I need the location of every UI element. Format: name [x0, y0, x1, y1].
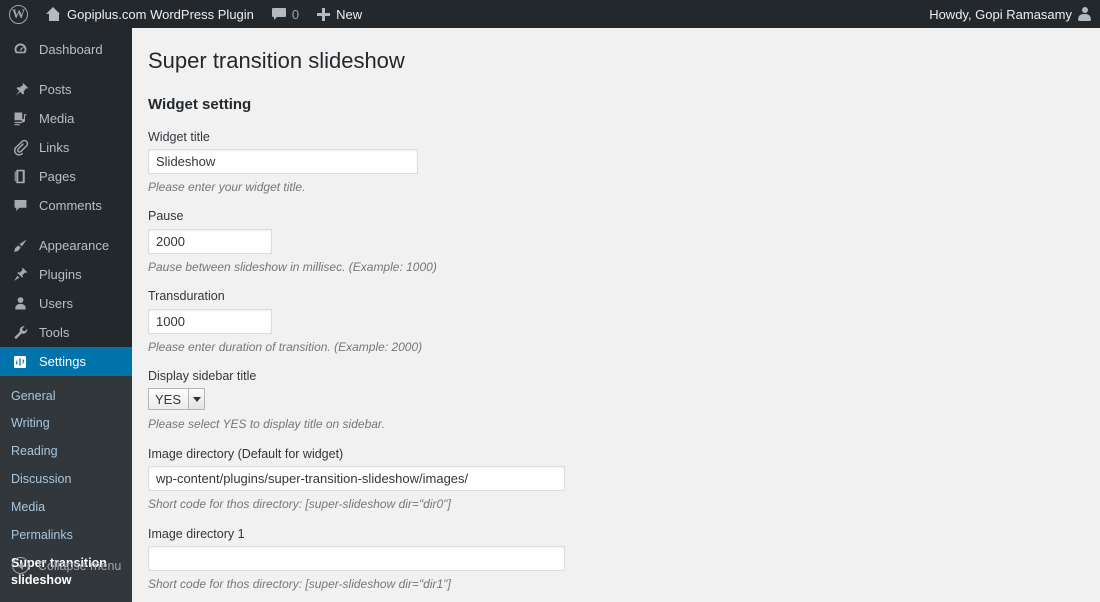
- sidebar-item-comments[interactable]: Comments: [0, 191, 132, 220]
- field-help-text: Please select YES to display title on si…: [148, 417, 385, 432]
- sidebar-item-pages[interactable]: Pages: [0, 162, 132, 191]
- sidebar-item-label: Posts: [39, 82, 72, 97]
- brush-icon: [11, 237, 29, 255]
- admin-bar-spacer: [371, 0, 920, 28]
- field-label: Image directory 1: [148, 526, 245, 541]
- howdy-label: Howdy, Gopi Ramasamy: [929, 6, 1072, 22]
- new-content-menu[interactable]: New: [308, 0, 371, 28]
- widget-title-input[interactable]: [148, 148, 418, 174]
- settings-icon: [11, 353, 29, 371]
- sidebar-item-tools[interactable]: Tools: [0, 318, 132, 347]
- submenu-item-permalinks[interactable]: Permalinks: [0, 521, 132, 549]
- page-title: Super transition slideshow: [148, 48, 405, 73]
- sidebar-item-label: Dashboard: [39, 42, 103, 57]
- sidebar-item-label: Tools: [39, 325, 70, 340]
- user-icon: [11, 295, 29, 313]
- field-help-text: Pause between slideshow in millisec. (Ex…: [148, 259, 437, 274]
- field-label: Image directory (Default for widget): [148, 446, 344, 461]
- my-account-menu[interactable]: Howdy, Gopi Ramasamy: [920, 0, 1100, 28]
- sidebar-item-links[interactable]: Links: [0, 133, 132, 162]
- sidebar-item-settings[interactable]: Settings: [0, 347, 140, 376]
- field-transduration: Transduration: [148, 288, 1080, 334]
- sidebar-item-label: Users: [39, 296, 73, 311]
- sidebar-item-appearance[interactable]: Appearance: [0, 231, 132, 260]
- pause-input[interactable]: [148, 228, 272, 254]
- field-label: Display sidebar title: [148, 369, 257, 384]
- field-image-directory-default: Image directory (Default for widget): [148, 446, 1080, 492]
- chevron-down-icon[interactable]: [188, 389, 205, 410]
- media-icon: [11, 110, 29, 128]
- site-name-menu[interactable]: Gopiplus.com WordPress Plugin: [37, 0, 263, 28]
- transduration-input[interactable]: [148, 308, 272, 334]
- admin-bar: W Gopiplus.com WordPress Plugin 0 New Ho…: [0, 0, 1100, 28]
- sidebar-item-dashboard[interactable]: Dashboard: [0, 35, 132, 64]
- field-help-text: Please enter your widget title.: [148, 179, 306, 194]
- comments-menu[interactable]: 0: [263, 0, 308, 28]
- sidebar-item-users[interactable]: Users: [0, 289, 132, 318]
- dashboard-icon: [11, 41, 29, 59]
- wordpress-logo-icon: W: [9, 4, 28, 24]
- field-label: Pause: [148, 209, 184, 224]
- field-help-text: Short code for thos directory: [super-sl…: [148, 497, 451, 512]
- field-label: Widget title: [148, 129, 210, 144]
- sidebar-item-label: Plugins: [39, 267, 82, 282]
- admin-sidebar-menu: Dashboard Posts Media Links Pages Commen…: [0, 28, 140, 602]
- sidebar-item-posts[interactable]: Posts: [0, 75, 132, 104]
- comment-count-label: 0: [291, 6, 300, 22]
- submenu-item-media[interactable]: Media: [0, 494, 132, 522]
- sidebar-item-label: Comments: [39, 198, 102, 213]
- page-icon: [11, 168, 29, 186]
- avatar-icon: [1078, 7, 1091, 21]
- home-icon: [46, 7, 61, 21]
- link-icon: [11, 139, 29, 157]
- plus-icon: [317, 7, 331, 21]
- section-title: Widget setting: [148, 95, 252, 113]
- field-help-text: Short code for thos directory: [super-sl…: [148, 577, 451, 592]
- collapse-menu-label: Collapse menu: [38, 558, 122, 573]
- submenu-item-writing[interactable]: Writing: [0, 410, 132, 438]
- wrench-icon: [11, 324, 29, 342]
- widget-setting-form: Widget title Please enter your widget ti…: [148, 129, 1080, 600]
- sidebar-item-label: Settings: [39, 354, 86, 369]
- comment-bubble-icon: [271, 8, 286, 20]
- field-help-text: Please enter duration of transition. (Ex…: [148, 339, 423, 354]
- submenu-item-general[interactable]: General: [0, 382, 132, 410]
- comment-icon: [11, 197, 29, 215]
- submenu-item-discussion[interactable]: Discussion: [0, 466, 132, 494]
- field-widget-title: Widget title: [148, 129, 1080, 174]
- wordpress-logo-menu[interactable]: W: [0, 0, 37, 28]
- display-sidebar-title-select[interactable]: YES: [148, 388, 206, 411]
- site-name-label: Gopiplus.com WordPress Plugin: [67, 6, 254, 22]
- sidebar-item-label: Pages: [39, 169, 76, 184]
- submenu-item-reading[interactable]: Reading: [0, 438, 132, 466]
- select-selected-value: YES: [155, 391, 182, 407]
- sidebar-item-label: Appearance: [39, 238, 110, 253]
- sidebar-item-label: Media: [39, 111, 75, 126]
- plugin-icon: [11, 266, 29, 284]
- sidebar-item-plugins[interactable]: Plugins: [0, 260, 132, 289]
- image-directory-default-input[interactable]: [148, 466, 565, 492]
- collapse-menu-button[interactable]: Collapse menu: [0, 557, 132, 574]
- sidebar-item-label: Links: [39, 140, 70, 155]
- pin-icon: [11, 81, 29, 99]
- new-label: New: [336, 6, 363, 22]
- collapse-arrow-icon: [12, 557, 29, 574]
- sidebar-item-media[interactable]: Media: [0, 104, 132, 133]
- image-directory-1-input[interactable]: [148, 546, 565, 572]
- field-label: Transduration: [148, 289, 225, 304]
- field-pause: Pause: [148, 208, 1080, 254]
- field-display-sidebar-title: Display sidebar title YES: [148, 368, 1080, 411]
- main-content: Super transition slideshow Widget settin…: [132, 28, 1100, 600]
- field-image-directory-1: Image directory 1: [148, 526, 1080, 572]
